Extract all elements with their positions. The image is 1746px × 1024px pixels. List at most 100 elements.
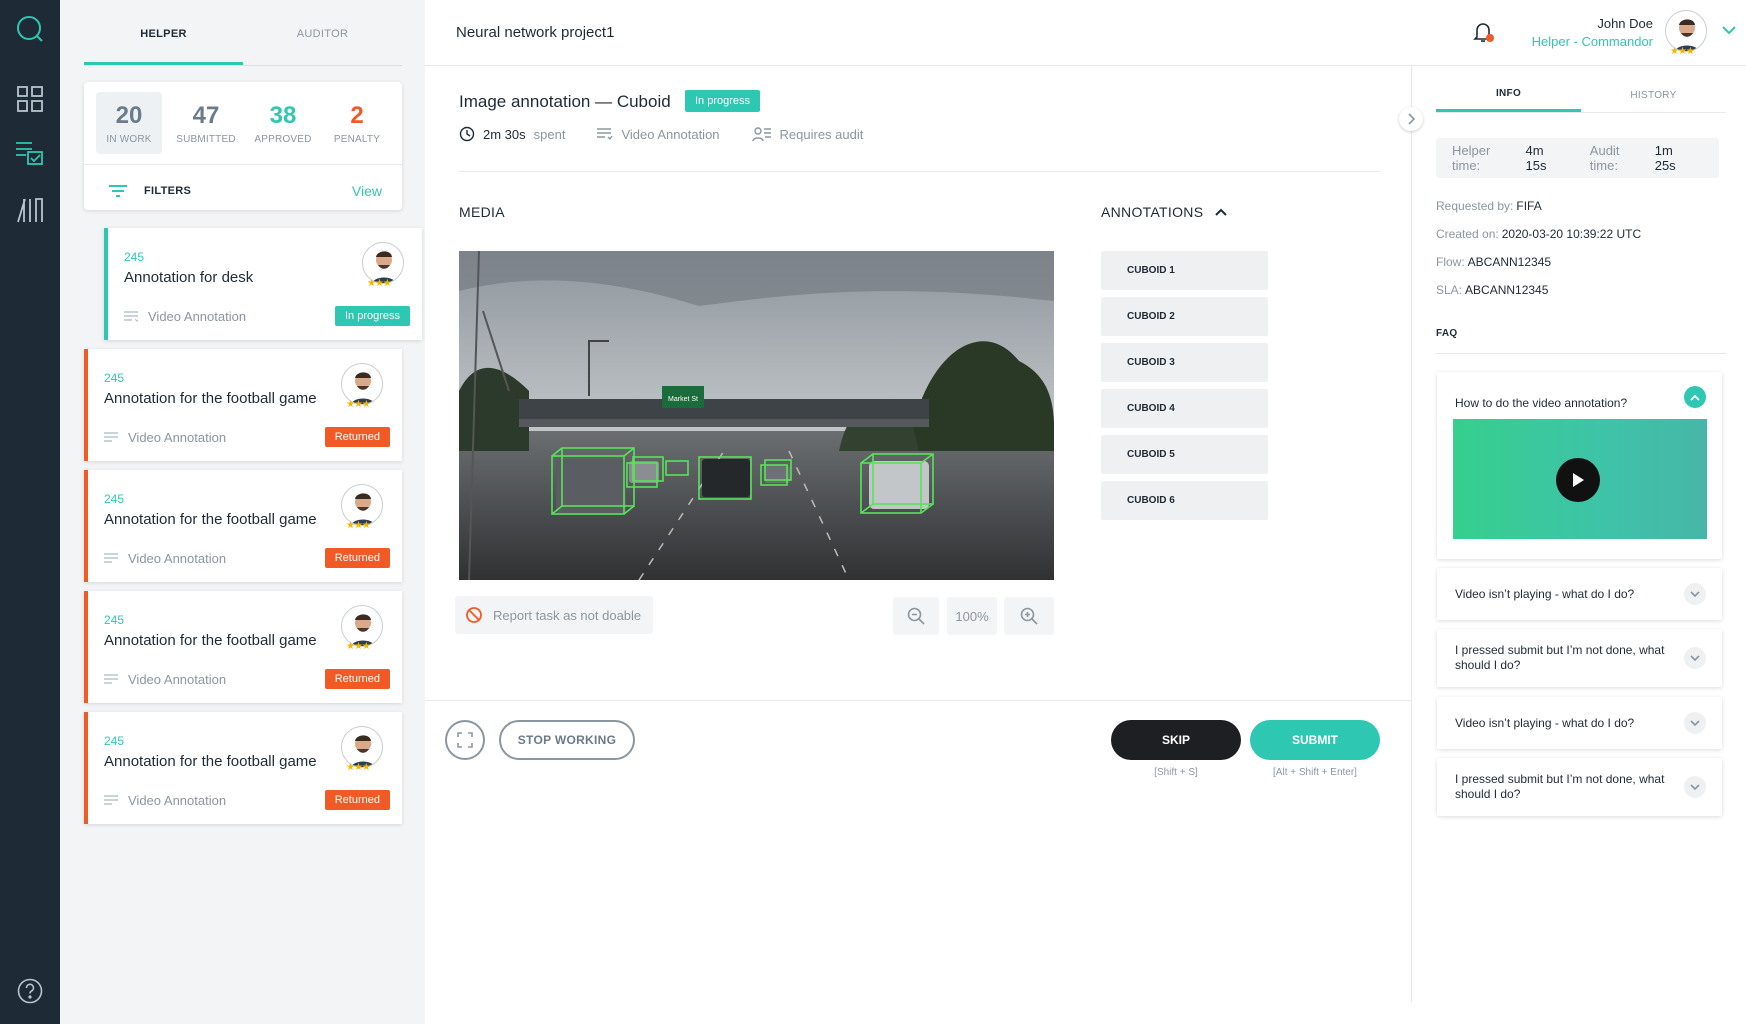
dashboard-icon[interactable] (15, 84, 45, 114)
annotation-item[interactable]: CUBOID 3 (1101, 343, 1268, 382)
rating-stars: ★★★ (367, 278, 392, 289)
time-suffix: spent (533, 126, 566, 142)
audit-time-value: 1m 25s (1654, 143, 1676, 173)
annotation-item[interactable]: CUBOID 4 (1101, 389, 1268, 428)
filter-icon[interactable] (108, 184, 128, 198)
tab-auditor[interactable]: AUDITOR (243, 0, 402, 65)
tab-helper[interactable]: HELPER (84, 0, 243, 65)
media-heading: MEDIA (459, 204, 505, 220)
list-icon (104, 794, 118, 805)
flow-value: ABCANN12345 (1467, 255, 1552, 269)
block-icon (466, 607, 482, 623)
stat-label: IN WORK (106, 134, 152, 145)
stop-working-button[interactable]: STOP WORKING (499, 720, 635, 760)
stat-in-work[interactable]: 20 IN WORK (96, 92, 162, 154)
user-name: John Doe (1597, 16, 1653, 31)
zoom-in-button[interactable] (1004, 597, 1054, 635)
task-id: 245 (104, 734, 125, 748)
annotation-item[interactable]: CUBOID 5 (1101, 435, 1268, 474)
task-title: Image annotation — Cuboid (459, 92, 671, 111)
fullscreen-button[interactable] (445, 720, 485, 760)
zoom-out-icon (907, 607, 925, 625)
road-sign-text: Market St (668, 396, 698, 403)
chevron-down-icon[interactable] (1684, 583, 1706, 605)
task-title: Annotation for the football game (104, 753, 317, 770)
annotation-item[interactable]: CUBOID 1 (1101, 251, 1268, 290)
created-on-label: Created on: (1436, 227, 1499, 241)
help-icon[interactable] (15, 976, 45, 1006)
status-badge: Returned (324, 427, 390, 447)
task-type: Video Annotation (104, 430, 226, 445)
audit-icon (751, 127, 771, 142)
stat-submitted[interactable]: 47 SUBMITTED (173, 92, 239, 154)
requested-by: Requested by: FIFA (1436, 199, 1542, 213)
annotation-item[interactable]: CUBOID 6 (1101, 481, 1268, 520)
skip-shortcut-hint: [Shift + S] (1154, 767, 1198, 778)
chevron-up-icon[interactable] (1684, 386, 1706, 408)
skip-button[interactable]: SKIP (1111, 720, 1241, 760)
time-summary: Helper time: 4m 15s Audit time: 1m 25s (1436, 138, 1719, 178)
report-not-doable-button[interactable]: Report task as not doable (455, 596, 653, 634)
chevron-down-icon[interactable] (1684, 776, 1706, 798)
task-id: 245 (104, 371, 125, 385)
annotations-heading[interactable]: ANNOTATIONS (1101, 204, 1228, 220)
created-on: Created on: 2020-03-20 10:39:22 UTC (1436, 227, 1641, 241)
tab-info[interactable]: INFO (1436, 66, 1581, 112)
status-badge: Returned (324, 548, 390, 568)
faq-item[interactable]: Video isn’t playing - what do I do? (1437, 697, 1722, 749)
audit-label: Requires audit (779, 126, 864, 142)
requested-by-label: Requested by: (1436, 199, 1514, 213)
play-icon[interactable] (1556, 458, 1600, 502)
stat-value: 2 (350, 102, 364, 129)
task-type-label: Video Annotation (128, 551, 227, 566)
task-meta: 2m 30s spent Video Annotation Requires a… (459, 126, 895, 142)
user-role: Helper - Commandor (1531, 34, 1653, 49)
faq-item[interactable]: I pressed submit but I’m not done, what … (1437, 629, 1722, 687)
requested-by-value: FIFA (1516, 199, 1542, 213)
fullscreen-icon (457, 732, 473, 748)
stat-approved[interactable]: 38 APPROVED (250, 92, 316, 154)
chevron-down-icon[interactable] (1722, 22, 1736, 40)
faq-heading: FAQ (1436, 328, 1458, 339)
stats-card: 20 IN WORK 47 SUBMITTED 38 APPROVED 2 PE… (84, 82, 402, 210)
stat-value: 38 (269, 102, 297, 129)
status-badge: In progress (334, 306, 410, 326)
chevron-up-icon[interactable] (1215, 208, 1228, 216)
collapse-panel-button[interactable] (1399, 107, 1423, 131)
time-spent: 2m 30s spent (459, 126, 565, 142)
tab-history[interactable]: HISTORY (1581, 66, 1726, 112)
list-icon (597, 128, 613, 141)
faq-item[interactable]: Video isn’t playing - what do I do? (1437, 568, 1722, 620)
faq-item[interactable]: How to do the video annotation? (1437, 372, 1722, 559)
list-icon (104, 431, 118, 442)
bell-icon[interactable] (1471, 20, 1495, 49)
faq-video[interactable] (1453, 419, 1707, 539)
task-title: Annotation for desk (124, 269, 254, 286)
submit-button[interactable]: SUBMIT (1250, 720, 1380, 760)
annotation-canvas[interactable]: Market St (459, 251, 1054, 580)
chevron-down-icon[interactable] (1684, 712, 1706, 734)
search-icon[interactable] (15, 14, 45, 44)
task-type: Video Annotation (597, 127, 720, 142)
created-on-value: 2020-03-20 10:39:22 UTC (1501, 227, 1642, 241)
faq-question: How to do the video annotation? (1455, 396, 1628, 410)
sla-value: ABCANN12345 (1465, 283, 1549, 297)
task-workspace: Image annotation — Cuboid In progress 2m… (425, 66, 1411, 1024)
faq-item[interactable]: I pressed submit but I’m not done, what … (1437, 758, 1722, 816)
list-icon (104, 673, 118, 684)
zoom-in-icon (1020, 607, 1038, 625)
zoom-out-button[interactable] (893, 597, 939, 635)
flow: Flow: ABCANN12345 (1436, 255, 1551, 269)
annotation-item[interactable]: CUBOID 2 (1101, 297, 1268, 336)
chevron-down-icon[interactable] (1684, 647, 1706, 669)
annotation-list: CUBOID 1 CUBOID 2 CUBOID 3 CUBOID 4 CUBO… (1101, 251, 1268, 527)
filters-view-link[interactable]: View (352, 183, 382, 199)
library-icon[interactable] (15, 195, 45, 225)
project-title: Neural network project1 (456, 24, 615, 41)
list-icon (124, 310, 138, 322)
stat-penalty[interactable]: 2 PENALTY (324, 92, 390, 154)
divider (459, 171, 1380, 172)
audit-time-label: Audit time: (1589, 143, 1620, 173)
tasks-icon[interactable] (15, 138, 45, 168)
rating-stars: ★★★ (346, 520, 371, 531)
